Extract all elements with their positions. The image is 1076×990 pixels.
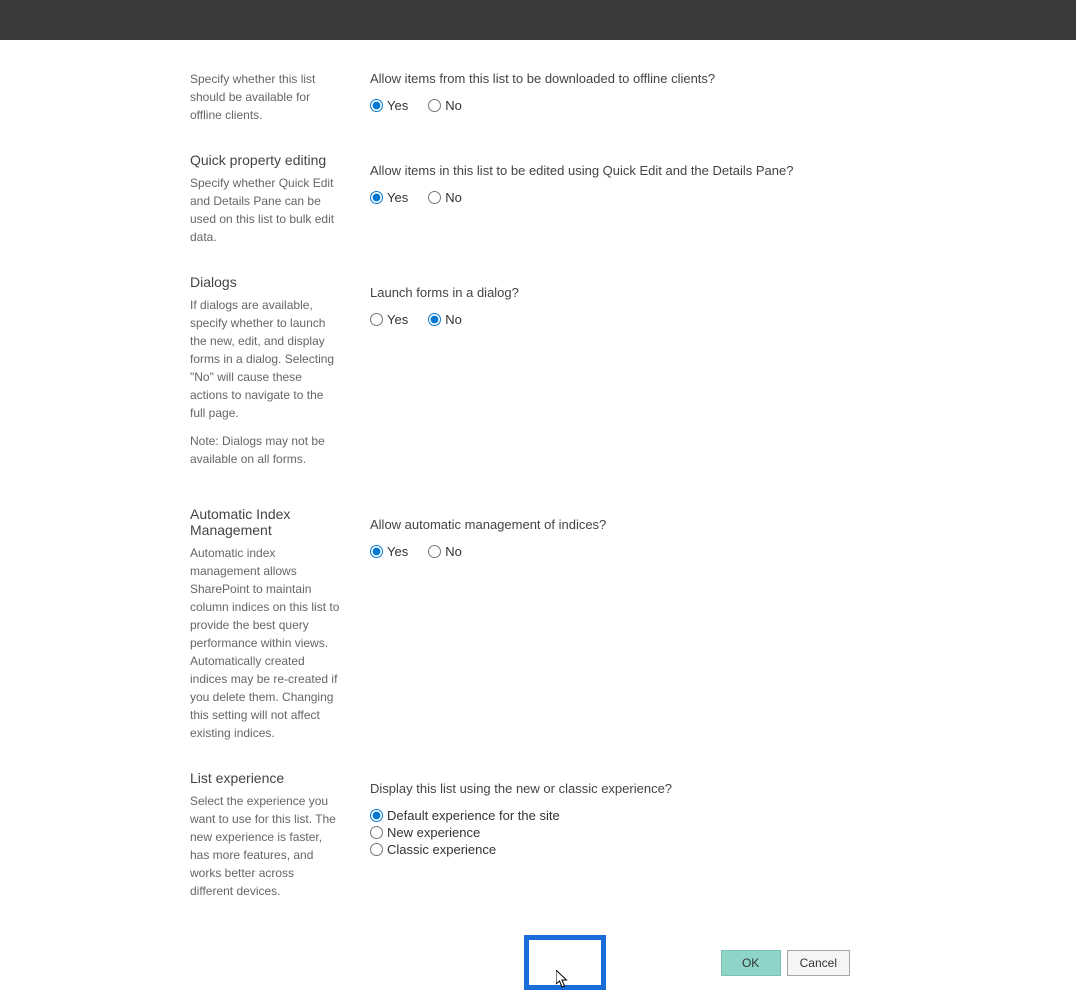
index-radio-group: Yes No — [370, 544, 860, 559]
quickedit-no-label: No — [445, 190, 462, 205]
top-bar — [0, 0, 1076, 40]
dialogs-radio-group: Yes No — [370, 312, 860, 327]
section-left-index: Automatic Index Management Automatic ind… — [190, 506, 370, 742]
offline-description: Specify whether this list should be avai… — [190, 70, 340, 124]
listexp-default-radio[interactable] — [370, 809, 383, 822]
dialogs-description-wrapper: If dialogs are available, specify whethe… — [190, 296, 340, 468]
dialogs-title: Dialogs — [190, 274, 340, 290]
cancel-button[interactable]: Cancel — [787, 950, 850, 976]
content-wrapper: Specify whether this list should be avai… — [0, 40, 1076, 976]
section-dialogs: Dialogs If dialogs are available, specif… — [190, 274, 860, 478]
index-no-option[interactable]: No — [428, 544, 462, 559]
dialogs-question: Launch forms in a dialog? — [370, 284, 860, 302]
index-no-label: No — [445, 544, 462, 559]
listexp-classic-label: Classic experience — [387, 842, 496, 857]
listexp-new-option[interactable]: New experience — [370, 825, 860, 840]
listexp-title: List experience — [190, 770, 340, 786]
index-no-radio[interactable] — [428, 545, 441, 558]
dialogs-no-option[interactable]: No — [428, 312, 462, 327]
section-right-dialogs: Launch forms in a dialog? Yes No — [370, 274, 860, 327]
section-listexp: List experience Select the experience yo… — [190, 770, 860, 900]
dialogs-no-label: No — [445, 312, 462, 327]
section-right-listexp: Display this list using the new or class… — [370, 770, 860, 857]
section-right-quickedit: Allow items in this list to be edited us… — [370, 152, 860, 205]
quickedit-yes-option[interactable]: Yes — [370, 190, 408, 205]
dialogs-yes-option[interactable]: Yes — [370, 312, 408, 327]
section-quickedit: Quick property editing Specify whether Q… — [190, 152, 860, 246]
dialogs-yes-radio[interactable] — [370, 313, 383, 326]
listexp-classic-radio[interactable] — [370, 843, 383, 856]
section-right-offline: Allow items from this list to be downloa… — [370, 70, 860, 113]
section-index: Automatic Index Management Automatic ind… — [190, 506, 860, 742]
quickedit-yes-radio[interactable] — [370, 191, 383, 204]
footer-buttons: OK Cancel — [190, 950, 860, 976]
index-yes-label: Yes — [387, 544, 408, 559]
section-right-index: Allow automatic management of indices? Y… — [370, 506, 860, 559]
offline-yes-option[interactable]: Yes — [370, 98, 408, 113]
listexp-new-radio[interactable] — [370, 826, 383, 839]
listexp-description: Select the experience you want to use fo… — [190, 792, 340, 900]
listexp-default-option[interactable]: Default experience for the site — [370, 808, 860, 823]
quickedit-question: Allow items in this list to be edited us… — [370, 162, 860, 180]
dialogs-no-radio[interactable] — [428, 313, 441, 326]
offline-yes-label: Yes — [387, 98, 408, 113]
quickedit-no-option[interactable]: No — [428, 190, 462, 205]
cursor-icon — [556, 970, 572, 990]
listexp-new-label: New experience — [387, 825, 480, 840]
section-left-dialogs: Dialogs If dialogs are available, specif… — [190, 274, 370, 478]
index-yes-option[interactable]: Yes — [370, 544, 408, 559]
offline-question: Allow items from this list to be downloa… — [370, 70, 860, 88]
listexp-default-label: Default experience for the site — [387, 808, 560, 823]
offline-no-option[interactable]: No — [428, 98, 462, 113]
offline-radio-group: Yes No — [370, 98, 860, 113]
listexp-radio-group: Default experience for the site New expe… — [370, 808, 860, 857]
ok-button[interactable]: OK — [721, 950, 781, 976]
offline-no-radio[interactable] — [428, 99, 441, 112]
offline-yes-radio[interactable] — [370, 99, 383, 112]
quickedit-yes-label: Yes — [387, 190, 408, 205]
settings-container: Specify whether this list should be avai… — [190, 70, 860, 976]
index-description: Automatic index management allows ShareP… — [190, 544, 340, 742]
section-left-quickedit: Quick property editing Specify whether Q… — [190, 152, 370, 246]
quickedit-title: Quick property editing — [190, 152, 340, 168]
quickedit-no-radio[interactable] — [428, 191, 441, 204]
index-title: Automatic Index Management — [190, 506, 340, 538]
index-question: Allow automatic management of indices? — [370, 516, 860, 534]
dialogs-description: If dialogs are available, specify whethe… — [190, 296, 340, 422]
section-left-offline: Specify whether this list should be avai… — [190, 70, 370, 124]
listexp-classic-option[interactable]: Classic experience — [370, 842, 860, 857]
ok-highlight — [524, 935, 606, 990]
section-left-listexp: List experience Select the experience yo… — [190, 770, 370, 900]
offline-no-label: No — [445, 98, 462, 113]
section-offline: Specify whether this list should be avai… — [190, 70, 860, 124]
dialogs-note: Note: Dialogs may not be available on al… — [190, 432, 340, 468]
quickedit-description: Specify whether Quick Edit and Details P… — [190, 174, 340, 246]
listexp-question: Display this list using the new or class… — [370, 780, 860, 798]
quickedit-radio-group: Yes No — [370, 190, 860, 205]
dialogs-yes-label: Yes — [387, 312, 408, 327]
index-yes-radio[interactable] — [370, 545, 383, 558]
